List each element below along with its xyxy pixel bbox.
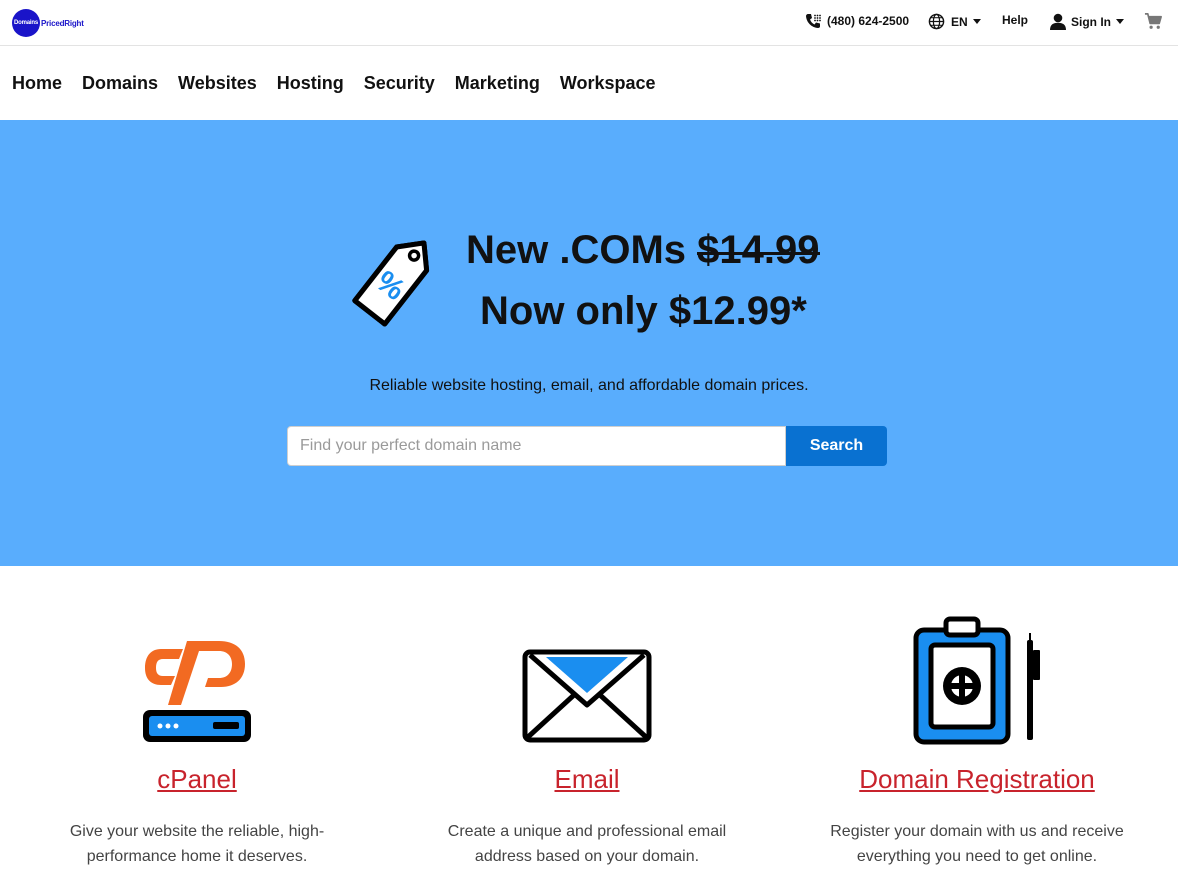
logo-text: PricedRight (41, 18, 84, 28)
help-link[interactable]: Help (1002, 13, 1028, 27)
phone-link[interactable]: (480) 624-2500 (805, 13, 909, 29)
domain-search-form: Search (287, 426, 887, 466)
user-icon (1050, 13, 1066, 30)
chevron-down-icon (972, 19, 981, 24)
promo-headline-text: New .COMs (466, 228, 698, 272)
feature-domain-registration-text: Register your domain with us and receive… (830, 823, 1124, 865)
feature-cpanel: cPanel Give your website the reliable, h… (2, 605, 392, 869)
cpanel-icon (143, 641, 251, 742)
phone-icon (806, 14, 821, 28)
old-price: $14.99 (697, 228, 820, 272)
feature-cpanel-link[interactable]: cPanel (157, 764, 237, 794)
hero-subtitle: Reliable website hosting, email, and aff… (369, 377, 809, 394)
top-bar: Domains PricedRight (480) 624-2500 EN He… (0, 0, 1178, 46)
cart-button[interactable] (1144, 12, 1163, 31)
feature-email-link[interactable]: Email (554, 764, 619, 794)
feature-domain-registration-link[interactable]: Domain Registration (859, 764, 1095, 794)
phone-number: (480) 624-2500 (827, 14, 910, 28)
logo[interactable]: Domains PricedRight (12, 9, 84, 37)
feature-domain-registration: Domain Registration Register your domain… (782, 605, 1172, 869)
logo-mark: Domains (12, 9, 40, 37)
feature-email-text: Create a unique and professional email a… (447, 823, 727, 865)
feature-cpanel-text: Give your website the reliable, high-per… (69, 823, 325, 865)
promo-headline: New .COMs $14.99 (466, 226, 820, 274)
feature-email: Email Create a unique and professional e… (392, 605, 782, 869)
domain-search-input[interactable] (287, 426, 786, 466)
nav-item-security[interactable]: Security (364, 72, 435, 94)
sign-in-button[interactable]: Sign In (1049, 13, 1124, 30)
globe-icon (928, 13, 945, 30)
cart-icon (1144, 13, 1162, 29)
language-label: EN (951, 14, 968, 29)
clipboard-icon (913, 616, 1040, 745)
nav-item-home[interactable]: Home (12, 72, 62, 94)
search-button[interactable]: Search (786, 426, 887, 466)
main-nav: Home Domains Websites Hosting Security M… (12, 72, 656, 94)
chevron-down-icon (1116, 19, 1124, 24)
nav-item-websites[interactable]: Websites (178, 72, 257, 94)
nav-item-hosting[interactable]: Hosting (277, 72, 344, 94)
promo-price: Now only $12.99* (480, 289, 807, 333)
sign-in-label: Sign In (1071, 14, 1111, 29)
nav-item-marketing[interactable]: Marketing (455, 72, 540, 94)
hero-banner (0, 120, 1178, 566)
language-selector[interactable]: EN (928, 13, 981, 30)
nav-item-workspace[interactable]: Workspace (560, 72, 656, 94)
nav-item-domains[interactable]: Domains (82, 72, 158, 94)
price-tag-icon: % (352, 240, 430, 327)
envelope-icon (522, 649, 652, 743)
